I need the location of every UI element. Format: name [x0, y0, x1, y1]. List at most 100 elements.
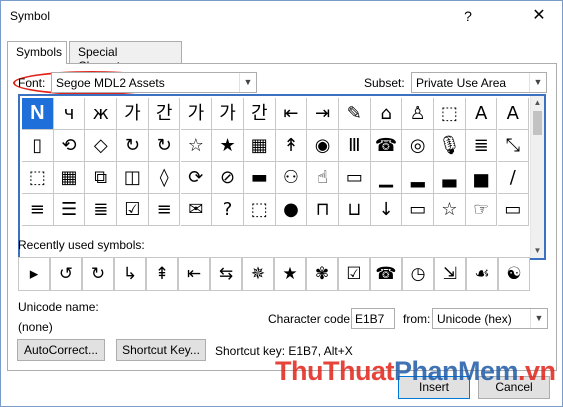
recent-symbol-cell[interactable]: ◷: [402, 257, 434, 291]
autocorrect-button[interactable]: AutoCorrect...: [17, 339, 105, 361]
symbol-cell[interactable]: 간: [243, 98, 276, 130]
symbol-cell[interactable]: ⇥: [307, 98, 339, 130]
recent-symbol-cell[interactable]: ⇞: [146, 257, 178, 291]
recent-symbol-cell[interactable]: ⇤: [178, 257, 210, 291]
symbol-grid-scrollbar[interactable]: ▲ ▼: [530, 96, 544, 258]
symbol-cell[interactable]: ✎: [339, 98, 371, 130]
symbol-cell[interactable]: /: [497, 162, 530, 194]
symbol-cell[interactable]: ▁: [370, 162, 403, 194]
symbol-cell[interactable]: ●: [275, 194, 308, 226]
symbol-cell[interactable]: ↓: [370, 194, 403, 226]
symbol-cell[interactable]: ▦: [53, 162, 86, 194]
recent-symbol-cell[interactable]: ✾: [306, 257, 338, 291]
recent-symbol-cell[interactable]: ↺: [50, 257, 82, 291]
symbol-cell[interactable]: ⟲: [53, 130, 86, 162]
symbol-cell[interactable]: ✉: [180, 194, 213, 226]
subset-select-value: Private Use Area: [416, 76, 507, 90]
symbol-cell[interactable]: ★: [212, 130, 244, 162]
symbol-cell[interactable]: ◇: [85, 130, 118, 162]
close-button[interactable]: ✕: [526, 5, 552, 27]
symbol-cell[interactable]: ▬: [243, 162, 276, 194]
symbol-cell[interactable]: ⧉: [85, 162, 118, 194]
symbol-cell[interactable]: 간: [148, 98, 181, 130]
symbol-cell[interactable]: ≣: [465, 130, 498, 162]
chevron-down-icon[interactable]: ▼: [239, 73, 256, 92]
symbol-cell[interactable]: ☆: [180, 130, 213, 162]
symbol-cell[interactable]: ⤡: [497, 130, 530, 162]
symbol-cell[interactable]: A: [465, 98, 498, 130]
symbol-cell[interactable]: ▅: [465, 162, 498, 194]
symbol-cell[interactable]: ⊓: [307, 194, 339, 226]
scroll-up-icon[interactable]: ▲: [531, 96, 544, 110]
chevron-down-icon[interactable]: ▼: [530, 309, 547, 328]
symbol-cell[interactable]: 가: [180, 98, 213, 130]
recent-symbol-cell[interactable]: ↳: [114, 257, 146, 291]
watermark: ThuThuatPhanMem.vn: [275, 356, 556, 387]
recent-label: Recently used symbols:: [18, 238, 145, 252]
symbol-cell[interactable]: ⇤: [275, 98, 308, 130]
symbol-cell[interactable]: ↻: [117, 130, 149, 162]
scroll-down-icon[interactable]: ▼: [531, 244, 544, 258]
symbol-cell[interactable]: ж: [85, 98, 118, 130]
tab-special-characters[interactable]: Special Characters: [69, 41, 182, 73]
symbol-cell[interactable]: ↟: [275, 130, 308, 162]
recent-symbol-cell[interactable]: ▸: [18, 257, 50, 291]
from-select[interactable]: Unicode (hex) ▼: [432, 308, 548, 329]
symbol-cell[interactable]: ?: [212, 194, 244, 226]
recent-symbol-cell[interactable]: ⇲: [434, 257, 466, 291]
recent-symbol-cell[interactable]: ☯: [498, 257, 530, 291]
symbol-cell[interactable]: A: [497, 98, 530, 130]
symbol-cell[interactable]: ♙: [402, 98, 435, 130]
symbol-cell[interactable]: 가: [117, 98, 149, 130]
symbol-cell[interactable]: ⬚: [243, 194, 276, 226]
symbol-cell[interactable]: ☆: [434, 194, 466, 226]
symbol-cell[interactable]: ч: [53, 98, 86, 130]
recent-symbol-cell[interactable]: ★: [274, 257, 306, 291]
symbol-cell[interactable]: 가: [212, 98, 244, 130]
recent-symbol-cell[interactable]: ☙: [466, 257, 498, 291]
symbol-cell[interactable]: ◫: [117, 162, 149, 194]
symbol-cell[interactable]: ▂: [402, 162, 435, 194]
symbol-cell[interactable]: ≡: [22, 194, 54, 226]
symbol-cell[interactable]: ▯: [22, 130, 54, 162]
symbol-cell[interactable]: ☰: [53, 194, 86, 226]
symbol-cell[interactable]: ≡: [148, 194, 181, 226]
symbol-cell[interactable]: N: [22, 98, 54, 130]
scroll-thumb[interactable]: [533, 111, 542, 135]
recent-symbol-cell[interactable]: ✵: [242, 257, 274, 291]
shortcut-key-button[interactable]: Shortcut Key...: [116, 339, 206, 361]
symbol-cell[interactable]: ◊: [148, 162, 181, 194]
symbol-cell[interactable]: ☞: [465, 194, 498, 226]
recent-symbol-cell[interactable]: ↻: [82, 257, 114, 291]
symbol-cell[interactable]: 🎙: [434, 130, 466, 162]
symbol-cell[interactable]: Ⅲ: [339, 130, 371, 162]
symbol-cell[interactable]: ▭: [402, 194, 435, 226]
symbol-cell[interactable]: ☝: [307, 162, 339, 194]
symbol-cell[interactable]: ⊔: [339, 194, 371, 226]
symbol-cell[interactable]: ≣: [85, 194, 118, 226]
recent-symbol-cell[interactable]: ⇆: [210, 257, 242, 291]
symbol-cell[interactable]: ◎: [402, 130, 435, 162]
recent-symbol-cell[interactable]: ☎: [370, 257, 402, 291]
symbol-cell[interactable]: ▃: [434, 162, 466, 194]
symbol-cell[interactable]: ▭: [339, 162, 371, 194]
symbol-cell[interactable]: ⚇: [275, 162, 308, 194]
symbol-cell[interactable]: ⟳: [180, 162, 213, 194]
symbol-cell[interactable]: ⬚: [434, 98, 466, 130]
character-code-input[interactable]: E1B7: [351, 308, 395, 329]
symbol-cell[interactable]: ☑: [117, 194, 149, 226]
chevron-down-icon[interactable]: ▼: [529, 73, 546, 92]
symbol-cell[interactable]: ▦: [243, 130, 276, 162]
symbol-cell[interactable]: ⊘: [212, 162, 244, 194]
symbol-cell[interactable]: ↻: [148, 130, 181, 162]
font-select[interactable]: Segoe MDL2 Assets ▼: [51, 72, 257, 93]
symbol-cell[interactable]: ▭: [497, 194, 530, 226]
symbol-cell[interactable]: ◉: [307, 130, 339, 162]
symbol-cell[interactable]: ☎: [370, 130, 403, 162]
subset-select[interactable]: Private Use Area ▼: [411, 72, 547, 93]
tab-symbols[interactable]: Symbols: [7, 41, 67, 64]
symbol-cell[interactable]: ⬚: [22, 162, 54, 194]
recent-symbol-cell[interactable]: ☑: [338, 257, 370, 291]
help-button[interactable]: ?: [457, 5, 479, 27]
symbol-cell[interactable]: ⌂: [370, 98, 403, 130]
